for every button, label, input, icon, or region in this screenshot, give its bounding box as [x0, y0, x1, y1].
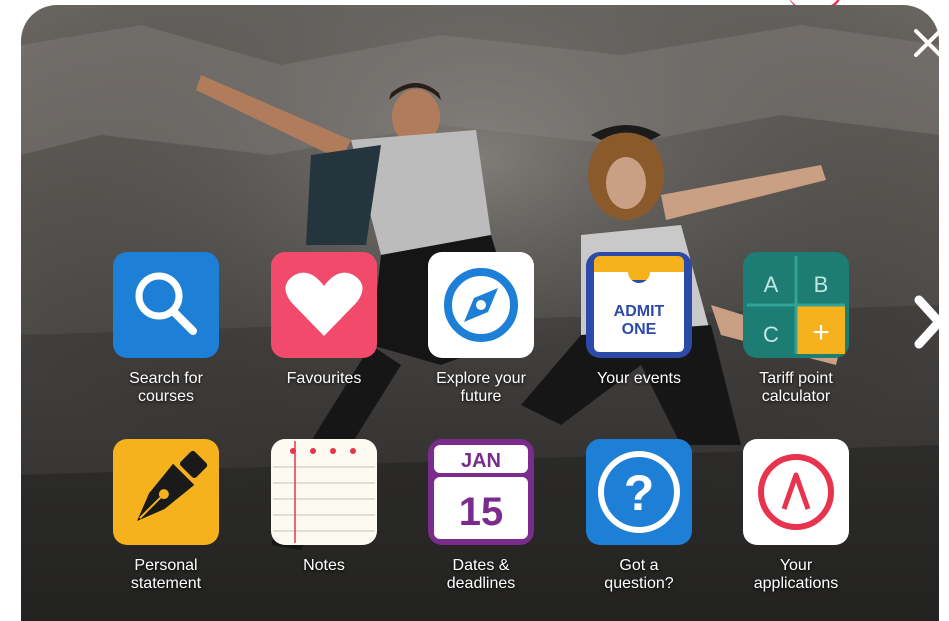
svg-text:ADMIT: ADMIT: [614, 303, 665, 320]
tile-got-a-question[interactable]: ? Got a question?: [569, 437, 709, 607]
svg-text:15: 15: [459, 490, 504, 534]
svg-text:?: ?: [624, 465, 655, 521]
search-icon: [111, 250, 221, 360]
pen-nib-icon: [111, 437, 221, 547]
tile-label: Your applications: [753, 557, 839, 592]
app-launcher-dialog: Search for courses Favourites Explore yo…: [21, 5, 939, 621]
tile-label: Personal statement: [130, 557, 202, 592]
close-icon: [914, 29, 939, 57]
tile-tariff-calculator[interactable]: A B C + Tariff point calculator: [726, 250, 866, 420]
tile-your-events[interactable]: ADMIT ONE Your events: [569, 250, 709, 420]
tile-label: Your events: [597, 370, 681, 387]
next-page-button[interactable]: [905, 290, 939, 354]
tile-label: Tariff point calculator: [759, 370, 833, 405]
tile-favourites[interactable]: Favourites: [254, 250, 394, 420]
svg-text:ONE: ONE: [622, 321, 657, 338]
calendar-icon: JAN 15: [426, 437, 536, 547]
calculator-icon: A B C +: [741, 250, 851, 360]
tile-personal-statement[interactable]: Personal statement: [96, 437, 236, 607]
svg-text:B: B: [814, 272, 829, 297]
chevron-right-icon: [914, 295, 939, 349]
screen: Search for courses Favourites Explore yo…: [0, 0, 949, 621]
tile-label: Got a question?: [604, 557, 674, 592]
svg-text:A: A: [764, 272, 779, 297]
tile-explore-future[interactable]: Explore your future: [411, 250, 551, 420]
svg-text:C: C: [763, 322, 779, 347]
heart-icon: [269, 250, 379, 360]
notepad-icon: [269, 437, 379, 547]
tile-notes[interactable]: Notes: [254, 437, 394, 607]
close-button[interactable]: [908, 23, 939, 63]
svg-text:JAN: JAN: [461, 450, 501, 472]
question-icon: ?: [584, 437, 694, 547]
ucas-logo-icon: [741, 437, 851, 547]
tile-label: Notes: [303, 557, 345, 574]
tile-label: Explore your future: [436, 370, 526, 405]
tile-dates-deadlines[interactable]: JAN 15 Dates & deadlines: [411, 437, 551, 607]
tile-label: Dates & deadlines: [446, 557, 516, 592]
svg-text:+: +: [812, 316, 830, 349]
tile-label: Favourites: [286, 370, 362, 387]
tile-label: Search for courses: [129, 370, 203, 405]
ticket-icon: ADMIT ONE: [584, 250, 694, 360]
tile-search-courses[interactable]: Search for courses: [96, 250, 236, 420]
compass-icon: [426, 250, 536, 360]
tile-your-applications[interactable]: Your applications: [726, 437, 866, 607]
